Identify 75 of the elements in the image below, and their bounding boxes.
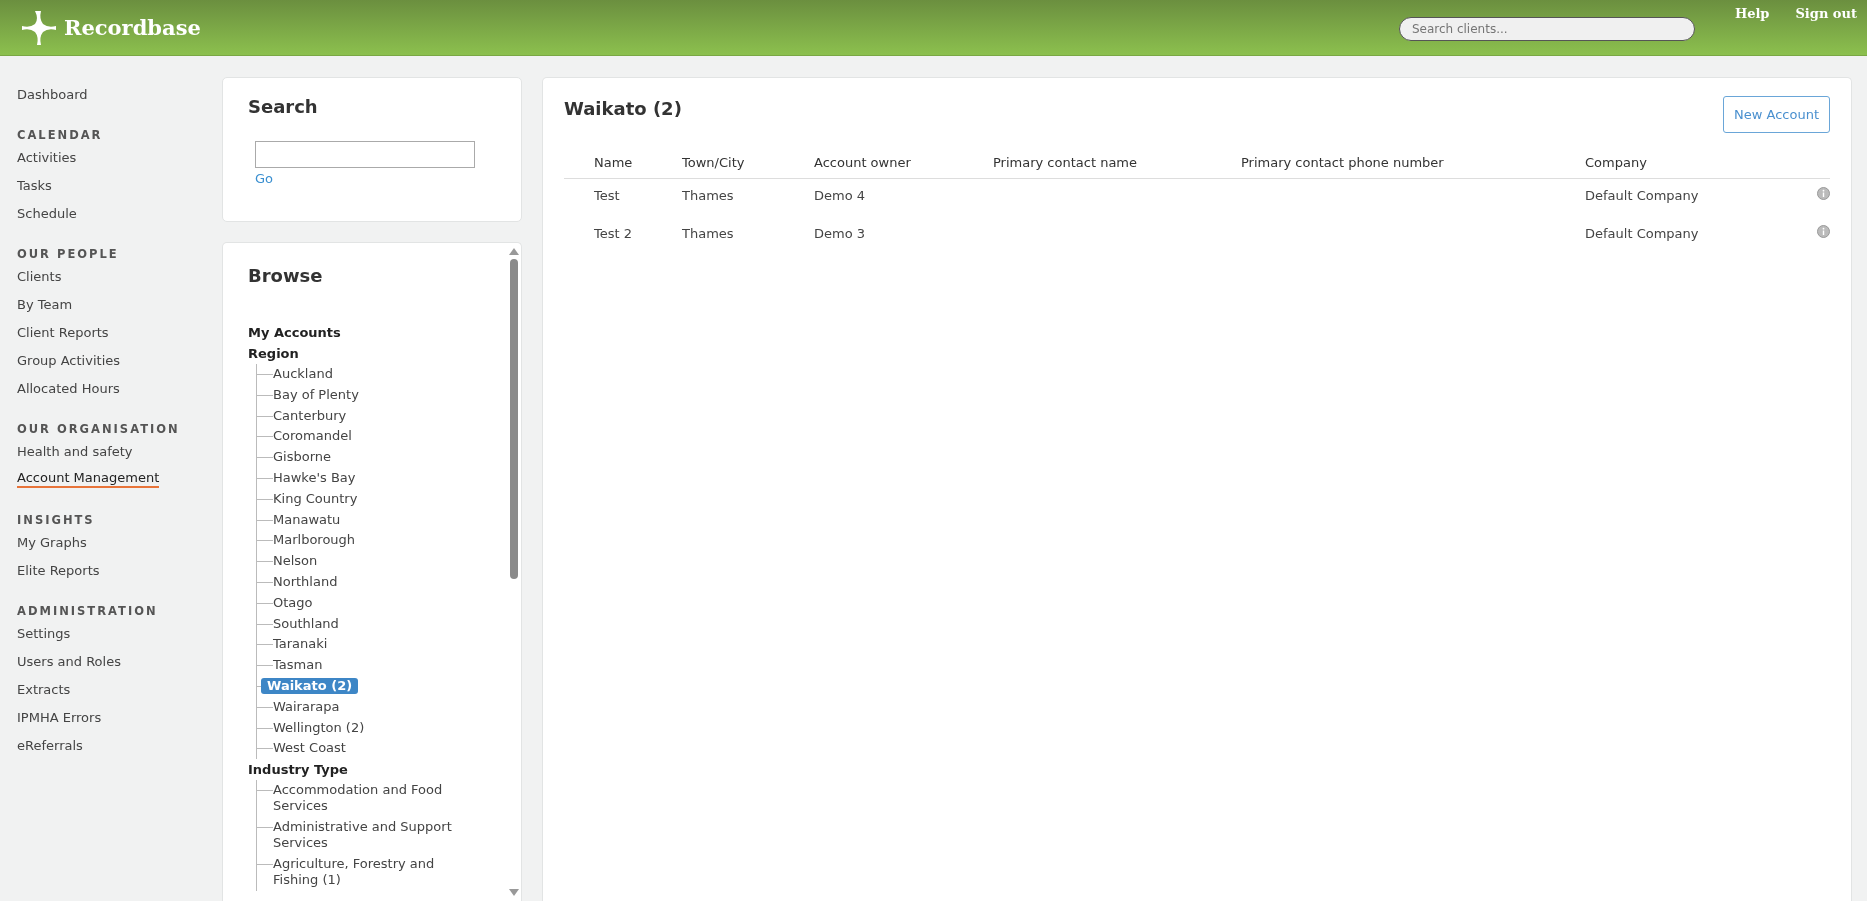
scroll-down-icon[interactable] xyxy=(509,889,519,896)
card-title: Browse xyxy=(248,265,324,286)
panel-title: Waikato (2) xyxy=(564,98,682,119)
tree-group-label[interactable]: Region xyxy=(248,343,482,364)
tree-item[interactable]: Southland xyxy=(273,615,339,632)
tree-item[interactable]: Canterbury xyxy=(273,407,347,424)
tree-item[interactable]: Hawke's Bay xyxy=(273,470,356,486)
column-header[interactable]: Primary contact name xyxy=(993,155,1137,170)
column-header[interactable]: Name xyxy=(594,155,633,170)
column-header[interactable]: Account owner xyxy=(814,155,911,170)
tree-item[interactable]: Taranaki xyxy=(273,636,328,653)
tree-item[interactable]: Accommodation and Food Services xyxy=(273,782,473,815)
nav-link[interactable]: Health and safety xyxy=(17,443,133,459)
section-heading: OUR ORGANISATION xyxy=(17,422,181,436)
nav-link[interactable]: By Team xyxy=(17,296,73,312)
nav-link[interactable]: Group Activities xyxy=(17,352,121,368)
scroll-up-icon[interactable] xyxy=(509,248,519,255)
tree-item[interactable]: Nelson xyxy=(273,553,318,570)
column-header[interactable]: Primary contact phone number xyxy=(1241,155,1444,170)
section-heading: OUR PEOPLE xyxy=(17,247,120,261)
table-cell: Test 2 xyxy=(594,225,632,241)
tree-item[interactable]: Wellington (2) xyxy=(273,719,365,736)
nav-link[interactable]: Activities xyxy=(17,149,77,165)
section-heading: ADMINISTRATION xyxy=(17,604,159,618)
table-cell: Demo 3 xyxy=(814,225,866,241)
info-icon[interactable] xyxy=(1817,187,1830,200)
column-header[interactable]: Company xyxy=(1585,155,1647,170)
column-header[interactable]: Town/City xyxy=(682,155,745,170)
table-cell: Thames xyxy=(682,225,734,241)
nav-link[interactable]: Tasks xyxy=(17,177,52,193)
tree-item[interactable]: Gisborne xyxy=(273,449,332,466)
table-cell: Test xyxy=(594,187,620,203)
scroll-thumb[interactable] xyxy=(510,259,518,579)
tree-item[interactable]: Manawatu xyxy=(273,511,341,528)
tree-item[interactable]: West Coast xyxy=(273,740,346,757)
table-cell: Demo 4 xyxy=(814,187,866,203)
section-heading: CALENDAR xyxy=(17,128,104,142)
nav-link[interactable]: Settings xyxy=(17,625,71,641)
search-field[interactable]: Search clients... xyxy=(1398,17,1695,41)
tree-group-label[interactable]: Industry Type xyxy=(248,759,482,781)
tree-item[interactable]: Bay of Plenty xyxy=(273,386,359,403)
go-link[interactable]: Go xyxy=(255,171,274,186)
nav-link[interactable]: Extracts xyxy=(17,681,71,697)
tree-item[interactable]: Auckland xyxy=(273,366,333,382)
nav-link[interactable]: Allocated Hours xyxy=(17,380,120,396)
tree-item[interactable]: Tasman xyxy=(273,657,323,674)
tree-group-label[interactable]: My Accounts xyxy=(248,322,482,343)
nav-link[interactable]: Dashboard xyxy=(17,86,88,102)
nav-link[interactable]: My Graphs xyxy=(17,534,87,550)
search-input[interactable] xyxy=(255,141,475,168)
tree-item[interactable]: Marlborough xyxy=(273,532,356,549)
table-cell: Default Company xyxy=(1585,187,1699,203)
cross-logo-icon xyxy=(22,10,56,45)
nav-link[interactable]: Clients xyxy=(17,268,62,284)
nav-link[interactable]: eReferrals xyxy=(17,737,83,753)
nav-link[interactable]: Users and Roles xyxy=(17,653,121,669)
nav-link[interactable]: Elite Reports xyxy=(17,562,100,578)
tree-item[interactable]: Coromandel xyxy=(273,428,352,445)
tree-item[interactable]: King Country xyxy=(273,490,358,507)
table-cell: Default Company xyxy=(1585,225,1699,241)
tree-item[interactable]: Waikato (2) xyxy=(261,677,359,694)
new-account-button[interactable]: New Account xyxy=(1723,96,1830,133)
info-icon[interactable] xyxy=(1817,225,1830,238)
nav-link[interactable]: Client Reports xyxy=(17,324,109,340)
tree-item[interactable]: Otago xyxy=(273,594,313,611)
section-heading: INSIGHTS xyxy=(17,513,96,527)
table-cell: Thames xyxy=(682,187,734,203)
tree-item[interactable]: Northland xyxy=(273,573,338,590)
tree-item[interactable]: Agriculture, Forestry and Fishing (1) xyxy=(273,855,473,888)
nav-link[interactable]: Account Management xyxy=(17,470,160,488)
tree-item[interactable]: Administrative and Support Services xyxy=(273,818,473,851)
tree-item[interactable]: Wairarapa xyxy=(273,698,340,715)
nav-link[interactable]: IPMHA Errors xyxy=(17,709,102,725)
card-title: Search xyxy=(248,96,319,117)
nav-link[interactable]: Schedule xyxy=(17,205,77,221)
